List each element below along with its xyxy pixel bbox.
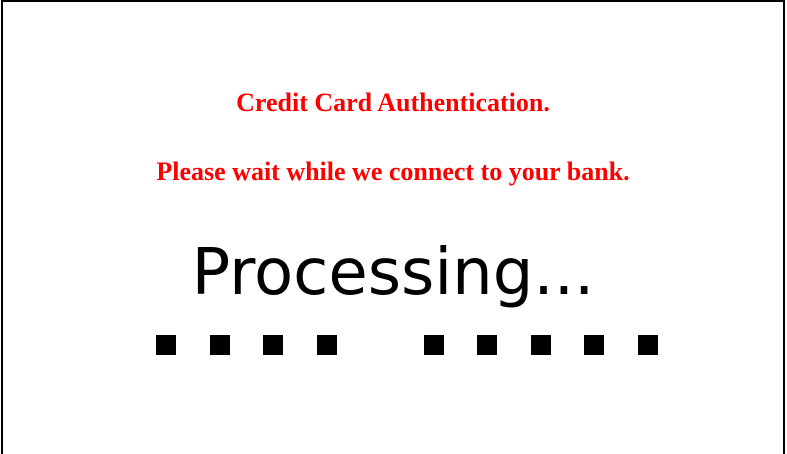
progress-block bbox=[317, 335, 337, 355]
progress-block bbox=[263, 335, 283, 355]
auth-window: Credit Card Authentication. Please wait … bbox=[1, 0, 785, 454]
progress-block bbox=[638, 335, 658, 355]
processing-label: Processing... bbox=[191, 236, 595, 310]
progress-block bbox=[156, 335, 176, 355]
progress-block bbox=[531, 335, 551, 355]
progress-block bbox=[584, 335, 604, 355]
auth-title: Credit Card Authentication. bbox=[236, 88, 550, 117]
progress-block bbox=[210, 335, 230, 355]
progress-block bbox=[477, 335, 497, 355]
auth-wait-message: Please wait while we connect to your ban… bbox=[156, 157, 630, 186]
progress-block bbox=[424, 335, 444, 355]
progress-indicator bbox=[156, 335, 666, 355]
